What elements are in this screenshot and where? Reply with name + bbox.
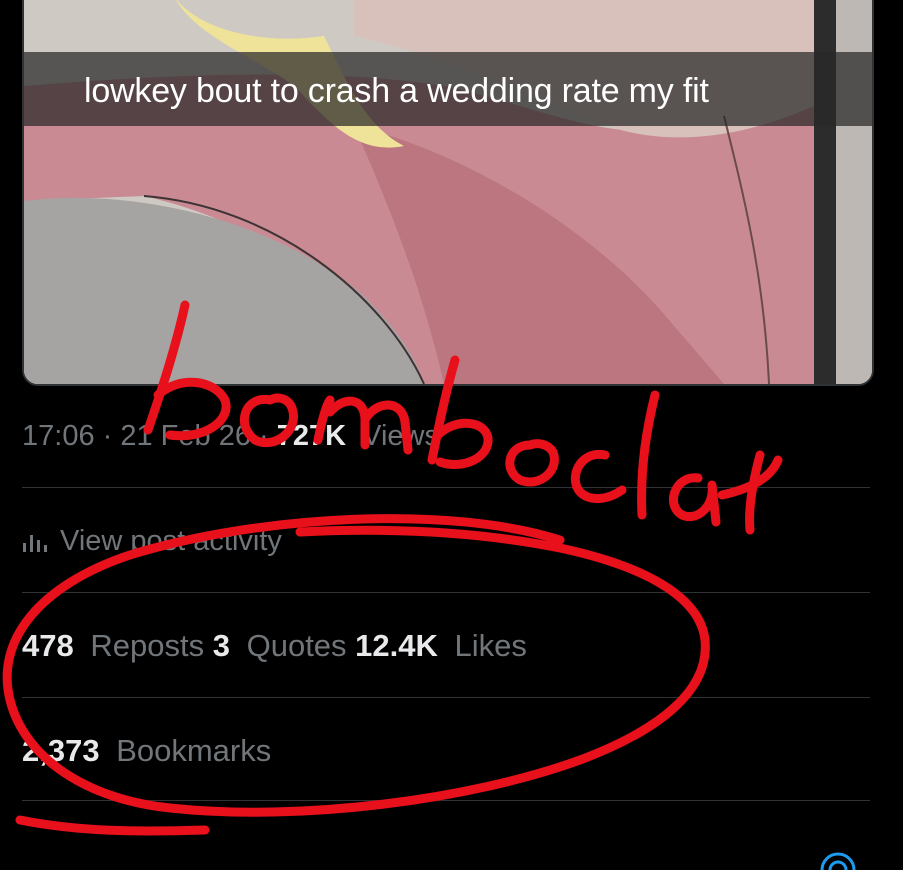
media-caption: lowkey bout to crash a wedding rate my f…: [84, 72, 709, 110]
reposts-stat[interactable]: 478 Reposts: [22, 628, 204, 664]
post-media[interactable]: lowkey bout to crash a wedding rate my f…: [22, 0, 874, 386]
quotes-label: Quotes: [246, 628, 347, 663]
likes-count: 12.4K: [355, 628, 438, 663]
post-date: 21 Feb 26: [120, 420, 251, 452]
reposts-count: 478: [22, 628, 74, 663]
likes-label: Likes: [454, 628, 527, 663]
bookmarks-count: 2,373: [22, 733, 100, 768]
quotes-stat[interactable]: 3 Quotes: [213, 628, 347, 664]
view-activity-link[interactable]: View post activity: [22, 525, 282, 558]
divider: [22, 487, 870, 488]
post-meta: 17:06 · 21 Feb 26 · 727K Views: [22, 420, 439, 452]
views-label: Views: [362, 420, 439, 452]
likes-stat[interactable]: 12.4K Likes: [355, 628, 527, 664]
share-icon[interactable]: [818, 850, 858, 870]
reposts-label: Reposts: [90, 628, 205, 663]
divider: [22, 592, 870, 593]
quotes-count: 3: [212, 628, 230, 663]
views-count: 727K: [276, 420, 347, 452]
bar-chart-icon: [23, 534, 47, 552]
engagement-stats: 478 Reposts 3 Quotes 12.4K Likes: [22, 628, 527, 664]
divider: [22, 800, 870, 801]
divider: [22, 697, 870, 698]
post-time: 17:06: [22, 420, 95, 452]
bookmarks-stat[interactable]: 2,373 Bookmarks: [22, 733, 271, 769]
bookmarks-label: Bookmarks: [116, 733, 272, 768]
view-activity-label: View post activity: [60, 525, 282, 557]
